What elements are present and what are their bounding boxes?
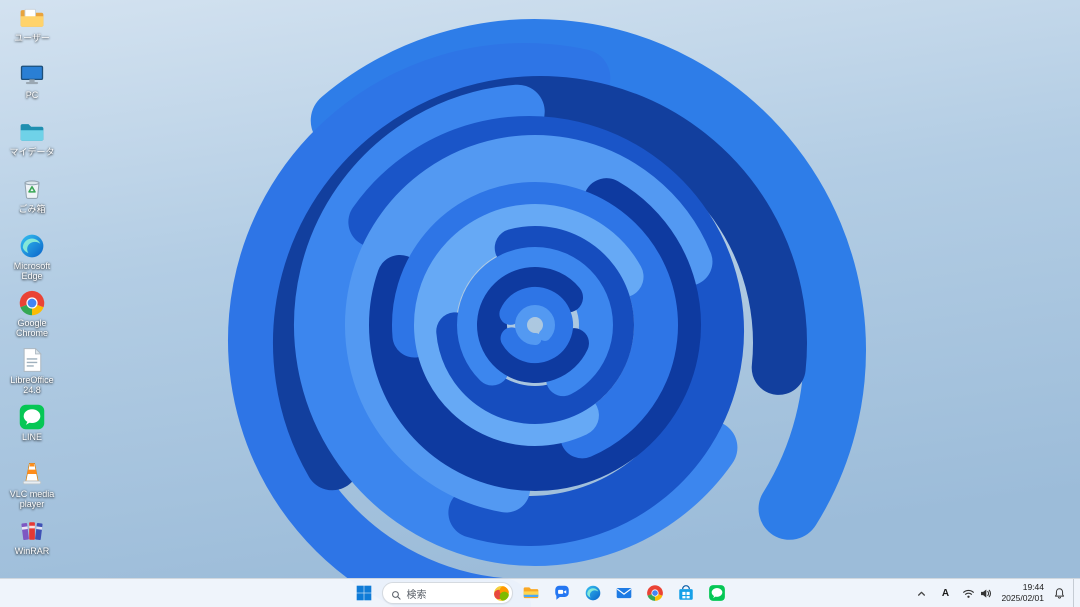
- desktop-icon-pc[interactable]: PC: [2, 61, 62, 118]
- wallpaper-bloom: [0, 0, 1080, 607]
- recycle-bin-icon: [18, 175, 46, 203]
- show-desktop-button[interactable]: [1073, 579, 1078, 607]
- desktop-icon-label: LibreOffice 24.8: [10, 375, 54, 396]
- user-folder-icon: [18, 4, 46, 32]
- desktop-icon-line[interactable]: LINE: [2, 403, 62, 460]
- desktop-icon-label: VLC media player: [9, 489, 55, 510]
- start-button[interactable]: [351, 581, 377, 605]
- desktop-icon-my-data[interactable]: マイデータ: [2, 118, 62, 175]
- data-folder-icon: [18, 118, 46, 146]
- desktop-icon-vlc[interactable]: VLC media player: [2, 460, 62, 517]
- desktop-icon-edge[interactable]: Microsoft Edge: [2, 232, 62, 289]
- ime-indicator[interactable]: A: [935, 581, 955, 605]
- network-icon: [962, 587, 975, 600]
- desktop: ユーザー PC マイデータ ごみ箱 Microsoft Edge Google …: [0, 0, 1080, 607]
- document-icon: [18, 346, 46, 374]
- desktop-icon-label: マイデータ: [9, 147, 55, 157]
- search-input[interactable]: 検索: [381, 582, 513, 604]
- desktop-icon-winrar[interactable]: WinRAR: [2, 517, 62, 574]
- desktop-icon-label: PC: [25, 90, 39, 100]
- taskbar-app-mail[interactable]: [611, 581, 637, 605]
- winrar-icon: [18, 517, 46, 545]
- chrome-icon: [646, 584, 664, 602]
- file-explorer-icon: [522, 584, 540, 602]
- taskbar-app-chat[interactable]: [549, 581, 575, 605]
- desktop-icon-user-files[interactable]: ユーザー: [2, 4, 62, 61]
- notification-center-button[interactable]: [1050, 581, 1069, 605]
- store-icon: [677, 584, 695, 602]
- ime-mode-label: A: [941, 587, 950, 599]
- line-icon: [18, 403, 46, 431]
- desktop-icon-label: LINE: [21, 432, 42, 442]
- desktop-icon-label: ごみ箱: [18, 204, 46, 214]
- taskbar-app-file-explorer[interactable]: [518, 581, 544, 605]
- taskbar-app-chrome[interactable]: [642, 581, 668, 605]
- bell-icon: [1053, 587, 1066, 600]
- line-icon: [708, 584, 726, 602]
- pc-monitor-icon: [18, 61, 46, 89]
- system-tray: A 19:44 2025/02/01: [912, 579, 1078, 607]
- search-icon: [391, 588, 402, 600]
- tray-overflow-button[interactable]: [912, 581, 931, 605]
- desktop-icon-libreoffice[interactable]: LibreOffice 24.8: [2, 346, 62, 403]
- vlc-icon: [18, 460, 46, 488]
- chrome-icon: [18, 289, 46, 317]
- taskbar-app-edge[interactable]: [580, 581, 606, 605]
- search-placeholder: 検索: [406, 589, 427, 601]
- chevron-up-icon: [915, 587, 928, 600]
- desktop-icon-label: ユーザー: [14, 33, 50, 43]
- desktop-icon-label: Microsoft Edge: [13, 261, 51, 282]
- edge-icon: [18, 232, 46, 260]
- desktop-icon-label: WinRAR: [14, 546, 50, 556]
- desktop-icon-chrome[interactable]: Google Chrome: [2, 289, 62, 346]
- desktop-icon-recycle-bin[interactable]: ごみ箱: [2, 175, 62, 232]
- edge-icon: [584, 584, 602, 602]
- windows-logo-icon: [355, 584, 373, 602]
- network-volume-button[interactable]: [959, 581, 995, 605]
- taskbar-app-line[interactable]: [704, 581, 730, 605]
- clock-time: 19:44: [1022, 581, 1044, 592]
- clock-date: 2025/02/01: [1001, 593, 1044, 603]
- volume-icon: [979, 587, 992, 600]
- taskbar-app-store[interactable]: [673, 581, 699, 605]
- desktop-icon-label: Google Chrome: [15, 318, 48, 339]
- taskbar: 検索 A 19:44 2025/02/01: [0, 578, 1080, 607]
- search-highlight-icon: [493, 585, 509, 601]
- mail-icon: [615, 584, 633, 602]
- desktop-icon-grid: ユーザー PC マイデータ ごみ箱 Microsoft Edge Google …: [2, 4, 62, 574]
- clock[interactable]: 19:44 2025/02/01: [999, 582, 1046, 604]
- chat-icon: [553, 584, 571, 602]
